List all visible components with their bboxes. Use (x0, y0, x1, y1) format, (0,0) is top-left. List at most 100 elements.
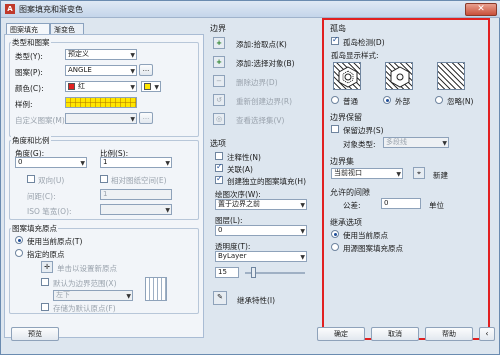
chevron-down-icon: ▼ (130, 84, 135, 91)
specified-origin-radio[interactable] (15, 249, 23, 257)
transparency-slider-handle[interactable] (251, 267, 256, 278)
chevron-down-icon: ▼ (300, 254, 305, 261)
chevron-down-icon: ▼ (396, 171, 401, 178)
tolerance-unit-label: 单位 (429, 201, 444, 210)
associative-checkbox[interactable] (215, 162, 223, 172)
hatch-origin-heading: 图案填充原点 (11, 223, 58, 234)
extent-position-select[interactable]: 左下 ▼ (53, 290, 133, 301)
retain-boundaries-checkbox[interactable] (331, 125, 339, 133)
yellow-swatch-icon (144, 83, 151, 90)
pattern-label: 图案(P): (15, 68, 43, 77)
scale-select[interactable]: 1 ▼ (100, 157, 172, 168)
set-origin-icon[interactable]: ✛ (41, 261, 53, 273)
spacing-label: 间距(C): (27, 192, 56, 201)
origin-preview-icon (145, 277, 167, 301)
color-select[interactable]: 红 ▼ (65, 81, 137, 92)
double-label: 双向(U) (38, 176, 65, 185)
custom-browse-button[interactable]: ... (139, 112, 153, 124)
chevron-down-icon: ▼ (165, 160, 170, 167)
default-extent-label: 默认为边界范围(X) (53, 279, 117, 288)
inherit-source-origin-radio[interactable] (331, 243, 339, 251)
spacing-input[interactable]: 1 (100, 189, 172, 200)
double-checkbox[interactable] (27, 175, 35, 183)
boundary-heading: 边界 (210, 24, 226, 33)
click-set-origin-label: 单击以设置新原点 (57, 264, 117, 273)
inherit-current-origin-label: 使用当前原点 (343, 231, 388, 240)
gap-tolerance-heading: 允许的间隙 (330, 188, 370, 197)
chevron-down-icon: ▼ (154, 84, 159, 91)
use-current-origin-radio[interactable] (15, 236, 23, 244)
islands-heading: 孤岛 (330, 24, 346, 33)
boundary-set-select[interactable]: 当前视口 ▼ (331, 168, 403, 179)
hatch-dialog: A 图案填充和渐变色 ✕ 图案填充 渐变色 类型和图案 类型(Y): 预定义 ▼ … (0, 0, 500, 355)
annotative-checkbox[interactable] (215, 152, 223, 160)
draw-order-select[interactable]: 置于边界之前 ▼ (215, 199, 307, 210)
island-ignore-radio[interactable] (435, 96, 443, 104)
title-bar: A 图案填充和渐变色 ✕ (1, 1, 500, 18)
add-select-objects-label[interactable]: 添加:选择对象(B) (236, 58, 295, 69)
transparency-select[interactable]: ByLayer ▼ (215, 251, 307, 262)
type-select[interactable]: 预定义 ▼ (65, 49, 137, 60)
inherit-properties-icon[interactable]: ✎ (213, 291, 227, 305)
default-extent-checkbox[interactable] (41, 278, 49, 286)
pattern-select[interactable]: ANGLE ▼ (65, 65, 137, 76)
layer-select[interactable]: 0 ▼ (215, 225, 307, 236)
pattern-swatch[interactable] (65, 97, 137, 108)
chevron-down-icon: ▼ (442, 140, 447, 147)
add-pick-points-label[interactable]: 添加:拾取点(K) (236, 39, 287, 50)
island-outer-label: 外部 (395, 97, 410, 106)
boundary-set-heading: 边界集 (330, 157, 354, 166)
inherit-properties-label[interactable]: 继承特性(I) (237, 295, 275, 306)
island-detection-checkbox[interactable] (331, 35, 339, 45)
inherit-current-origin-radio[interactable] (331, 230, 339, 238)
pattern-browse-button[interactable]: ... (139, 64, 153, 76)
custom-pattern-select[interactable]: ▼ (65, 113, 137, 124)
iso-pen-select[interactable]: ▼ (100, 204, 172, 215)
island-outer-radio[interactable] (383, 96, 391, 104)
object-type-select[interactable]: 多段线 ▼ (383, 137, 449, 148)
new-boundary-set-icon[interactable]: ⌖ (413, 167, 425, 179)
angle-select[interactable]: 0 ▼ (15, 157, 87, 168)
store-default-label: 存储为默认原点(F) (53, 304, 116, 313)
recreate-boundary-icon[interactable]: ↺ (213, 94, 225, 106)
separate-hatches-checkbox[interactable] (215, 174, 223, 184)
transparency-value-input[interactable]: 15 (215, 267, 239, 278)
recreate-boundary-label[interactable]: 重新创建边界(R) (236, 96, 292, 107)
cancel-button[interactable]: 取消 (371, 327, 419, 341)
collapse-options-button[interactable]: ‹ (479, 327, 495, 341)
tolerance-label: 公差: (343, 201, 361, 210)
tolerance-input[interactable]: 0 (381, 198, 421, 209)
chevron-down-icon: ▼ (300, 228, 305, 235)
add-select-objects-icon[interactable]: + (213, 56, 225, 68)
swatch-label: 样例: (15, 100, 33, 109)
view-selection-icon[interactable]: ◎ (213, 113, 225, 125)
island-detection-label: 孤岛检测(D) (343, 38, 385, 47)
close-button[interactable]: ✕ (465, 3, 497, 16)
island-ignore-preview[interactable] (437, 62, 465, 90)
nested-hexagon-icon (390, 66, 410, 88)
view-selection-label[interactable]: 查看选择集(V) (236, 115, 284, 126)
background-color-select[interactable]: ▼ (141, 81, 161, 92)
remove-boundary-label[interactable]: 删除边界(D) (236, 77, 278, 88)
island-normal-preview[interactable] (333, 62, 361, 90)
preview-button[interactable]: 预览 (11, 327, 59, 341)
remove-boundary-icon[interactable]: − (213, 75, 225, 87)
annotative-label: 注释性(N) (227, 153, 261, 162)
boundary-retention-heading: 边界保留 (330, 113, 362, 122)
chevron-down-icon: ▼ (130, 116, 135, 123)
island-normal-radio[interactable] (331, 96, 339, 104)
use-current-origin-label: 使用当前原点(T) (27, 237, 83, 246)
retain-boundaries-label: 保留边界(S) (343, 126, 384, 135)
island-outer-preview[interactable] (385, 62, 413, 90)
chevron-down-icon: ▼ (165, 207, 170, 214)
relative-paper-checkbox[interactable] (100, 175, 108, 183)
object-type-label: 对象类型: (343, 140, 376, 149)
store-default-checkbox[interactable] (41, 303, 49, 311)
help-button[interactable]: 帮助 (425, 327, 473, 341)
chevron-down-icon: ▼ (130, 68, 135, 75)
relative-paper-label: 相对图纸空间(E) (111, 176, 167, 185)
add-pick-points-icon[interactable]: + (213, 37, 225, 49)
window-title: 图案填充和渐变色 (19, 5, 83, 14)
ok-button[interactable]: 确定 (317, 327, 365, 341)
chevron-down-icon: ▼ (126, 293, 131, 300)
